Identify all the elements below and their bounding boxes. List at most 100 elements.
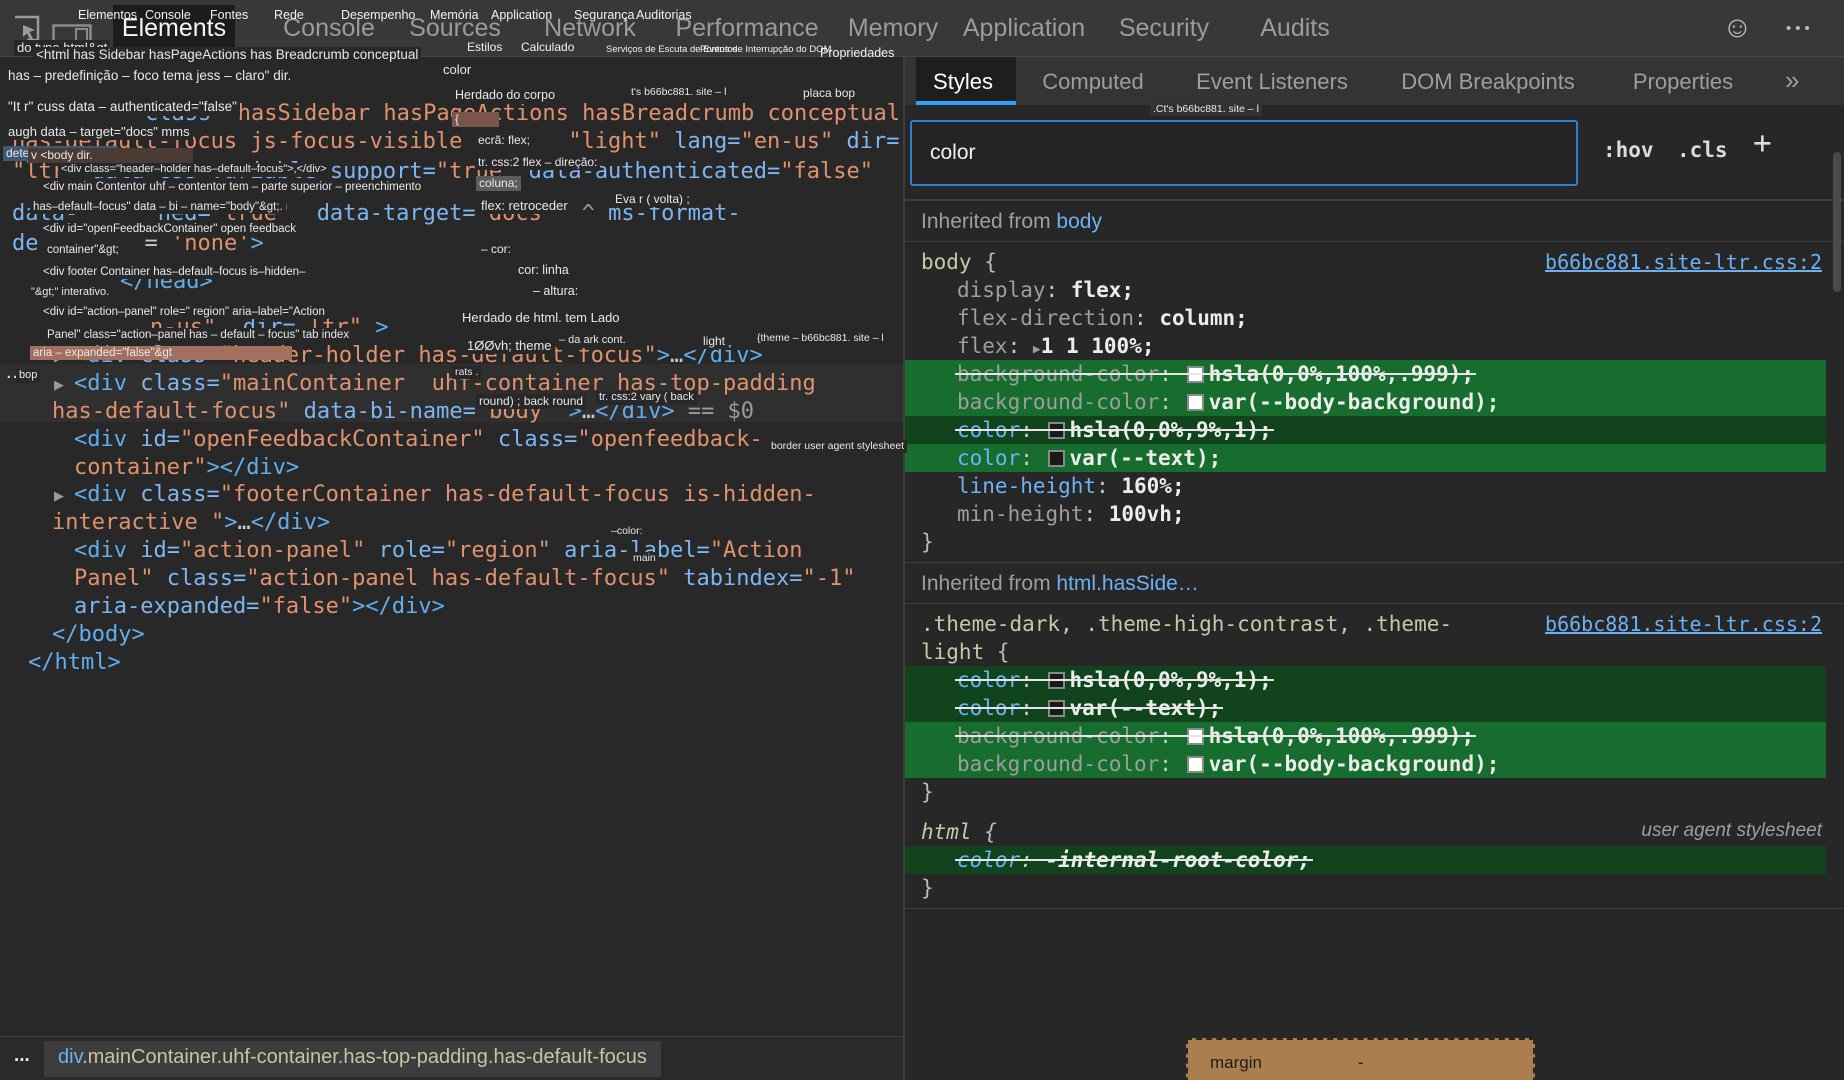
dom-tree-row[interactable]: </html>: [28, 649, 121, 677]
ghost-text: v <body dir.: [28, 148, 193, 163]
css-declaration[interactable]: line-height: 160%;: [905, 472, 1844, 500]
color-swatch[interactable]: [1186, 728, 1204, 745]
css-declaration[interactable]: min-height: 100vh;: [905, 500, 1844, 528]
ghost-text: flex: retroceder: [478, 198, 571, 215]
ghost-text: round) ; back round: [476, 394, 587, 409]
dom-tree-row[interactable]: class="hasSidebar hasPageActions hasBrea…: [145, 100, 900, 128]
css-declaration[interactable]: color: var(--text);: [905, 444, 1826, 472]
color-swatch[interactable]: [1186, 366, 1204, 383]
inspect-element-icon[interactable]: [13, 15, 40, 42]
ghost-text: rats .: [452, 366, 482, 380]
css-declaration[interactable]: background-color: hsla(0,0%,100%,.999);: [905, 360, 1826, 388]
ghost-text: placa bop: [800, 86, 859, 101]
element-classes-button[interactable]: .cls: [1677, 138, 1728, 162]
new-style-rule-button[interactable]: +: [1753, 125, 1772, 161]
styles-filter-row: :hov .cls +: [905, 105, 1844, 200]
ghost-text: Calculado: [521, 40, 575, 54]
scrollbar-thumb[interactable]: [1833, 152, 1841, 292]
expand-arrow-icon[interactable]: ▶: [54, 377, 64, 393]
sidebar-tab-styles[interactable]: Styles: [933, 69, 993, 95]
color-swatch[interactable]: [1186, 756, 1204, 773]
devtools-window: Elements Console Sources Network Performance…: [0, 0, 1844, 1080]
ghost-text: <div class="header–holder has–default–fo…: [58, 163, 330, 177]
toggle-element-state-button[interactable]: :hov: [1603, 138, 1654, 162]
styles-rule-list: Inherited from body b66bc881.site-ltr.css…: [905, 200, 1844, 1080]
css-declaration[interactable]: flex: ▶1 1 100%;: [905, 332, 1844, 360]
sidebar-tab-strip: Styles Computed Event Listeners DOM Breakpo…: [905, 57, 1844, 105]
css-rule: b66bc881.site-ltr.css:2 body {display: fl…: [905, 242, 1844, 562]
dom-tree-row[interactable]: aria-expanded="false"></div>: [74, 593, 445, 621]
panel-divider[interactable]: [903, 57, 905, 1080]
ghost-text: Elementos: [78, 8, 138, 22]
tab-security[interactable]: Security: [1119, 14, 1209, 43]
ghost-text: Fontes: [210, 8, 249, 22]
css-declaration[interactable]: background-color: hsla(0,0%,100%,.999);: [905, 722, 1826, 750]
css-declaration[interactable]: background-color: var(--body-background)…: [905, 388, 1826, 416]
dom-tree-row[interactable]: Panel" class="action-panel has-default-f…: [74, 565, 855, 593]
color-swatch[interactable]: [1047, 700, 1065, 717]
feedback-smiley-icon[interactable]: ☺: [1722, 11, 1753, 45]
color-swatch[interactable]: [1047, 450, 1065, 467]
tab-performance[interactable]: Performance: [675, 14, 818, 43]
ghost-text: Herdado do corpo: [452, 88, 559, 104]
more-options-icon[interactable]: •••: [1786, 20, 1814, 37]
sidebar-tab-computed[interactable]: Computed: [1042, 69, 1144, 95]
ghost-text: main: [630, 552, 659, 566]
overflow-tabs-icon[interactable]: »: [1785, 65, 1799, 96]
breadcrumb-node-classes: .mainContainer.uhf-container.has-top-pad…: [82, 1046, 647, 1068]
color-swatch[interactable]: [1047, 422, 1065, 439]
ghost-text: Panel" class="action–panel has – default…: [44, 328, 353, 343]
dom-tree-row[interactable]: </body>: [52, 621, 145, 649]
ghost-text: <div id="openFeedbackContainer" open fee…: [40, 222, 300, 237]
box-model-margin[interactable]: margin-border-padding24: [1186, 1038, 1535, 1080]
stylesheet-link[interactable]: b66bc881.site-ltr.css:2: [1545, 250, 1822, 274]
rule-selector[interactable]: light {: [905, 638, 1844, 666]
ghost-text: – da ark cont.: [556, 334, 629, 348]
inherited-node-link[interactable]: body: [1056, 210, 1102, 233]
inherited-node-link[interactable]: html.hasSide…: [1056, 572, 1198, 595]
color-swatch[interactable]: [1186, 394, 1204, 411]
tab-memory[interactable]: Memory: [848, 14, 938, 43]
dom-tree-row[interactable]: container"></div>: [74, 454, 299, 482]
css-declaration[interactable]: color: var(--text);: [905, 694, 1826, 722]
ghost-text: bop: [16, 369, 41, 383]
ghost-text: Pontos de Interrupção do DOM: [700, 44, 832, 55]
css-declaration[interactable]: display: flex;: [905, 276, 1844, 304]
tab-application[interactable]: Application: [963, 14, 1085, 43]
dom-tree-row[interactable]: <div id="action-panel" role="region" ari…: [74, 537, 803, 565]
breadcrumb-overflow-icon[interactable]: ...: [14, 1045, 30, 1067]
css-declaration[interactable]: flex-direction: column;: [905, 304, 1844, 332]
color-swatch[interactable]: [1047, 672, 1065, 689]
dom-tree-row[interactable]: <div class="footerContainer has-default-…: [74, 481, 816, 509]
ghost-text: container"&gt;: [44, 243, 122, 258]
tab-audits[interactable]: Audits: [1260, 14, 1329, 43]
ghost-text: "&gt;" interativo.: [28, 286, 113, 300]
ghost-text: tr. css:2 flex – direção:: [475, 155, 601, 170]
ghost-text: Propriedades: [820, 46, 895, 60]
expand-arrow-icon[interactable]: ▶: [54, 488, 64, 504]
ghost-text: <html has Sidebar hasPageActions has Bre…: [33, 47, 422, 64]
stylesheet-link[interactable]: b66bc881.site-ltr.css:2: [1545, 612, 1822, 636]
ghost-text: has – predefinição – foco tema jess – cl…: [5, 68, 295, 85]
css-declaration[interactable]: background-color: var(--body-background)…: [905, 750, 1826, 778]
css-rule: b66bc881.site-ltr.css:2 .theme-dark, .the…: [905, 604, 1844, 812]
inherited-from-header: Inherited from html.hasSide…: [905, 562, 1844, 604]
ghost-text: –color:: [608, 525, 646, 539]
sidebar-tab-event-listeners[interactable]: Event Listeners: [1196, 69, 1348, 95]
sidebar-tab-properties[interactable]: Properties: [1633, 69, 1733, 95]
ghost-text: augh data – target="docs" mms: [5, 124, 193, 141]
style-filter-input[interactable]: [910, 120, 1578, 186]
css-declaration[interactable]: color: -internal-root-color;: [905, 846, 1826, 874]
dom-tree-row[interactable]: <div id="openFeedbackContainer" class="o…: [74, 426, 763, 454]
ghost-text: "It r" cuss data – authenticated="false": [5, 99, 240, 116]
ghost-text: aria – expanded="false"&gt: [30, 346, 292, 361]
breadcrumb-node-tag: div: [58, 1046, 83, 1068]
styles-sidebar: Styles Computed Event Listeners DOM Breakpo…: [905, 57, 1844, 1080]
css-declaration[interactable]: color: hsla(0,0%,9%,1);: [905, 666, 1826, 694]
dom-tree-row[interactable]: interactive ">…</div>: [52, 509, 330, 537]
css-declaration[interactable]: color: hsla(0,0%,9%,1);: [905, 416, 1826, 444]
breadcrumb-node[interactable]: div.mainContainer.uhf-container.has-top-…: [44, 1041, 661, 1077]
dom-tree-row[interactable]: <div class="mainContainer uhf-container …: [74, 370, 816, 398]
sidebar-tab-dom-breakpoints[interactable]: DOM Breakpoints: [1401, 69, 1575, 95]
ghost-text: has–default–focus" data – bi – name="bod…: [30, 200, 286, 215]
